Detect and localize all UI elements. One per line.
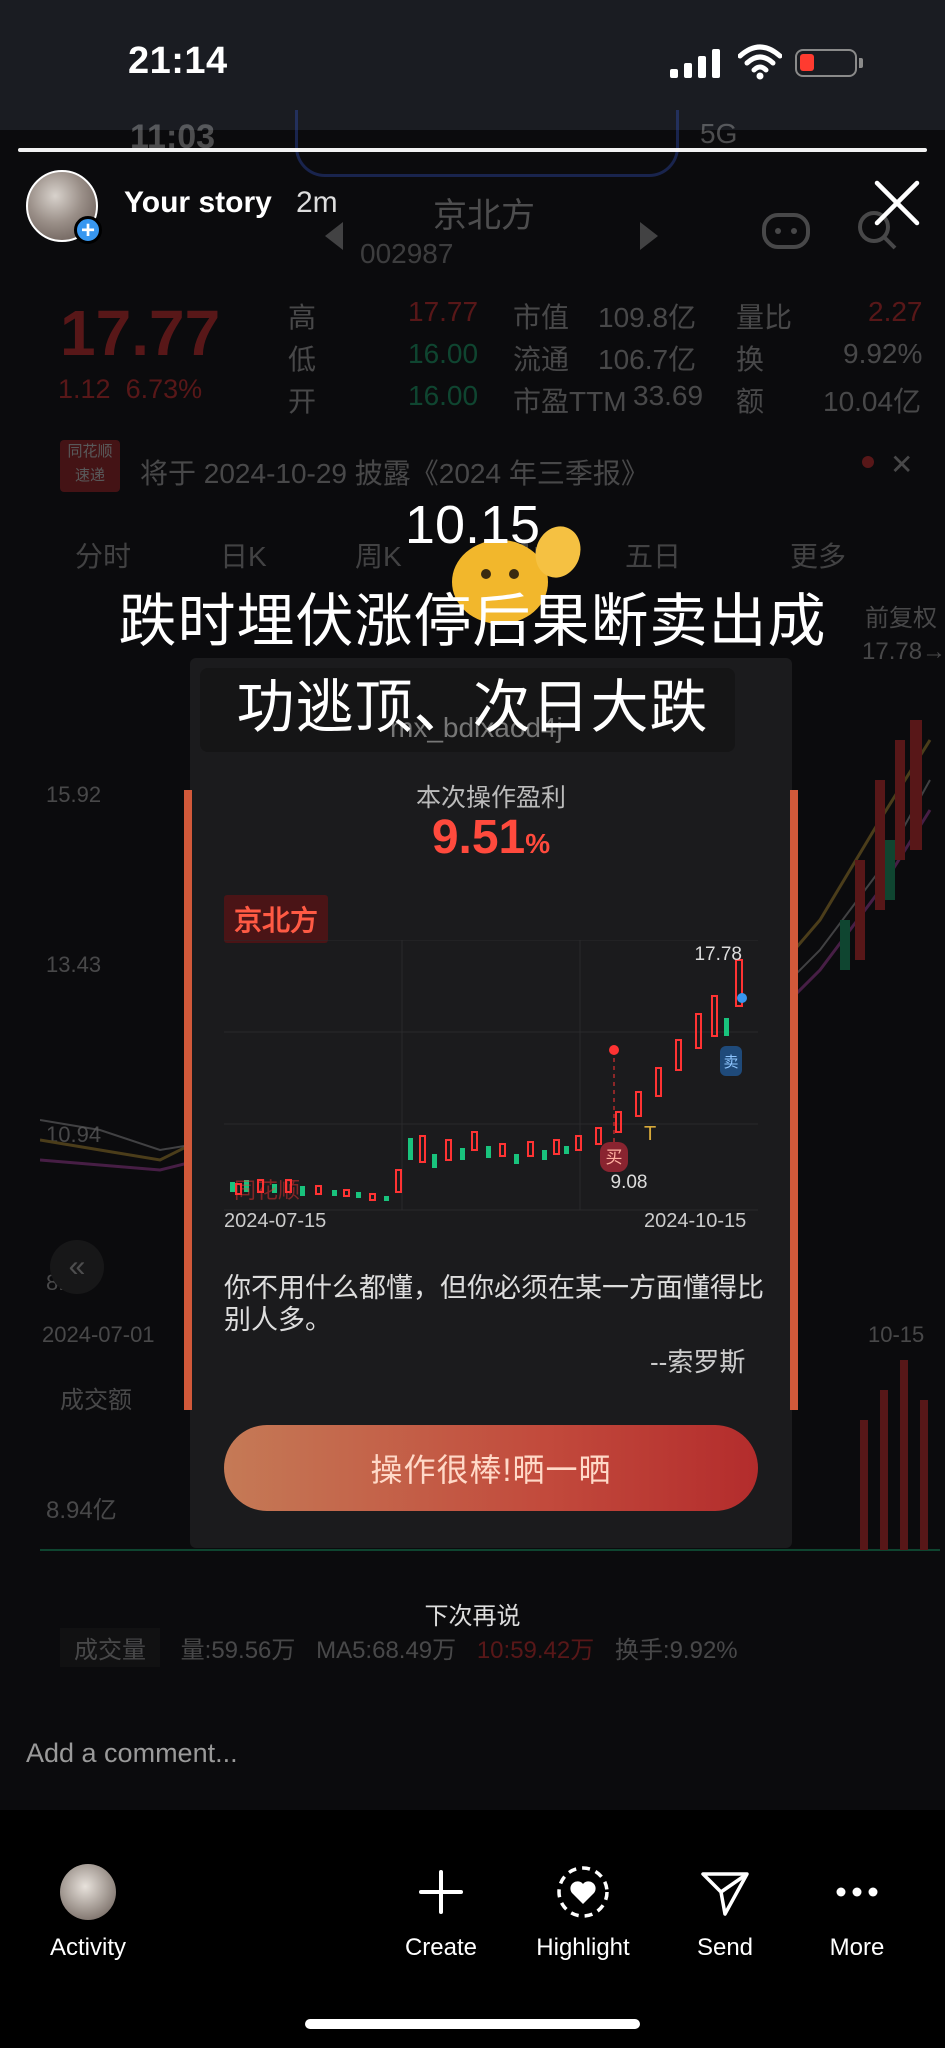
create-label: Create	[404, 1934, 478, 1961]
popup-date-end: 2024-10-15	[644, 1210, 747, 1232]
caption-line-2: 功逃顶、次日大跌	[236, 675, 709, 740]
more-dots-icon	[836, 1887, 878, 1897]
highlight-button[interactable]: Highlight	[513, 1860, 653, 1962]
inner-change: 1.12 6.73%	[58, 374, 203, 404]
inner-price: 17.77	[60, 297, 221, 369]
send-label: Send	[696, 1934, 754, 1961]
volume-stat-row: 成交量 量:59.56万 MA5:68.49万 10:59.42万 换手:9.9…	[60, 1628, 738, 1667]
create-button[interactable]: Create	[381, 1860, 501, 1962]
prev-stock-arrow-icon	[325, 222, 343, 250]
popup-quote: 你不用什么都懂，但你必须在某一方面懂得比别人多。	[224, 1273, 764, 1335]
robot-assistant-icon	[762, 213, 810, 249]
popup-date-start: 2024-07-15	[224, 1210, 327, 1232]
popup-left-edge	[184, 790, 192, 1410]
notice-badge: 同花顺 速递	[60, 440, 120, 492]
caption-line-1: 跌时埋伏涨停后果断卖出成	[118, 589, 827, 654]
popup-quote-author: --索罗斯	[650, 1347, 746, 1377]
status-time: 21:14	[128, 40, 228, 82]
quote-row-3: 开 16.00 市盈TTM 33.69 额 10.04亿	[288, 380, 922, 417]
close-icon[interactable]	[872, 178, 922, 228]
story-age: 2m	[296, 186, 338, 219]
highlight-heart-icon	[557, 1866, 609, 1918]
buy-marker: 买	[606, 1148, 623, 1168]
inner-stock-name: 京北方	[433, 197, 535, 235]
paper-plane-icon	[701, 1872, 749, 1916]
earnings-notice: 将于 2024-10-29 披露《2024 年三季报》	[140, 458, 649, 489]
profit-label: 本次操作盈利	[415, 784, 566, 812]
dismiss-link[interactable]: 下次再说	[0, 1596, 945, 1631]
profit-value: 9.51%	[431, 811, 551, 864]
inner-network: 5G	[700, 118, 738, 149]
more-label: More	[829, 1934, 885, 1961]
share-button[interactable]: 操作很棒!晒一晒	[224, 1425, 758, 1511]
sell-marker: 卖	[723, 1053, 738, 1071]
comment-input[interactable]: Add a comment...	[26, 1738, 238, 1769]
next-stock-arrow-icon	[640, 222, 658, 250]
activity-label: Activity	[49, 1934, 126, 1961]
home-indicator[interactable]	[305, 2019, 640, 2029]
chart-watermark: 同花顺	[234, 1179, 300, 1204]
cellular-signal-icon	[670, 48, 722, 78]
story-username[interactable]: Your story	[124, 186, 272, 220]
inner-stock-code: 002987	[360, 238, 454, 269]
popup-right-edge	[790, 790, 798, 1410]
notice-dot	[862, 456, 874, 468]
popup-stock-tag: 京北方	[224, 895, 329, 943]
battery-icon	[795, 49, 863, 77]
caption-date: 10.15	[404, 495, 541, 555]
quote-row-1: 高 17.77 市值 109.8亿 量比 2.27	[288, 296, 923, 333]
story-progress-bar	[18, 148, 927, 152]
t-marker: T	[644, 1123, 656, 1145]
activity-button[interactable]: Activity	[28, 1860, 148, 1962]
add-story-plus-icon[interactable]: +	[74, 216, 102, 244]
notice-close-icon: ✕	[890, 449, 914, 480]
highlight-label: Highlight	[536, 1934, 630, 1961]
popup-mini-chart: 17.78 9.08 T 买 卖 同花顺	[224, 940, 758, 1211]
avatar-icon	[60, 1864, 116, 1920]
chart-low-label: 9.08	[611, 1172, 648, 1193]
wifi-icon	[738, 44, 782, 80]
inner-dynamic-island	[295, 110, 679, 177]
chart-high-label: 17.78	[694, 944, 742, 965]
plus-icon	[419, 1870, 463, 1914]
more-button[interactable]: More	[797, 1860, 917, 1962]
send-button[interactable]: Send	[665, 1860, 785, 1962]
quote-row-2: 低 16.00 流通 106.7亿 换 9.92%	[288, 338, 923, 375]
